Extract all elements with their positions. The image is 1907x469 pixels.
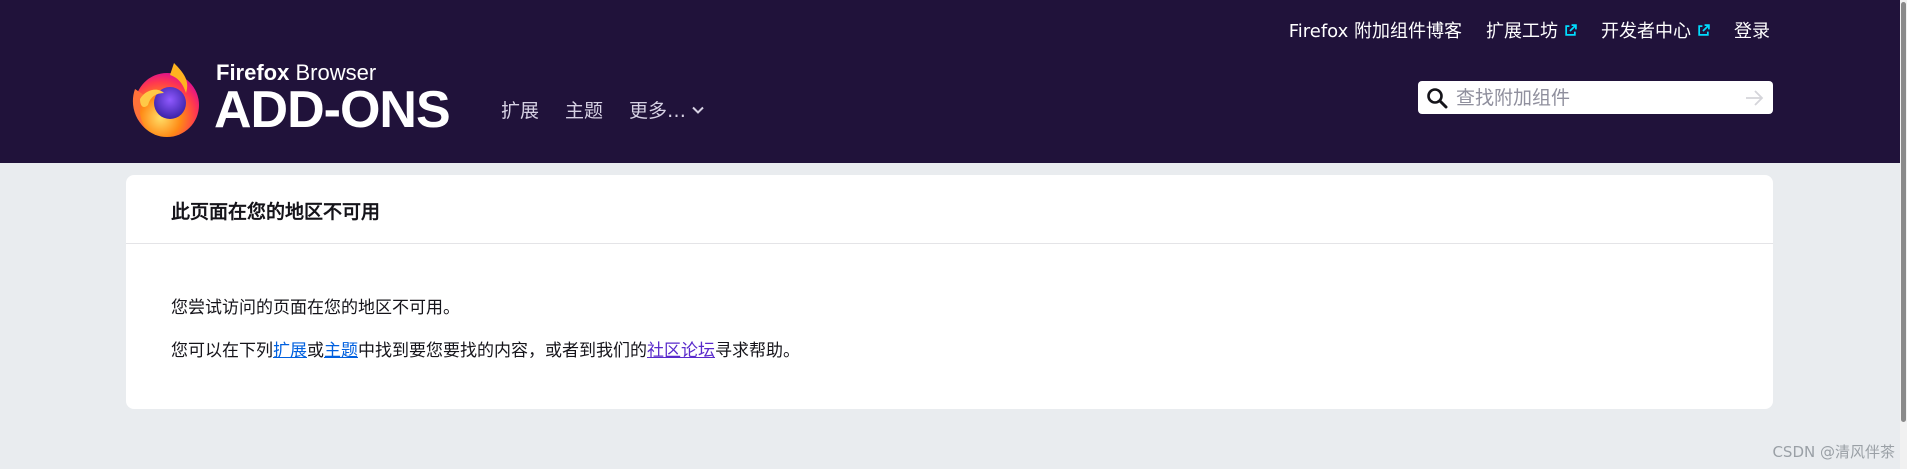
nav-themes-label: 主题 (565, 100, 604, 122)
firefox-logo-icon (132, 62, 199, 137)
blog-link-label: Firefox 附加组件博客 (1288, 21, 1462, 42)
community-forum-link[interactable]: 社区论坛 (647, 341, 715, 361)
developer-hub-label: 开发者中心 (1601, 21, 1691, 42)
chevron-down-icon (692, 106, 704, 114)
login-link[interactable]: 登录 (1734, 17, 1770, 43)
external-link-icon (1565, 23, 1577, 36)
themes-link[interactable]: 主题 (324, 341, 358, 361)
nav-extensions[interactable]: 扩展 (501, 96, 539, 123)
vertical-scrollbar[interactable] (1900, 0, 1907, 469)
watermark: CSDN @清风伴茶 (1772, 443, 1895, 461)
site-header: Firefox 附加组件博客 扩展工坊 开发者中心 登录 Firefox Bro… (0, 0, 1900, 163)
search-box (1418, 81, 1773, 114)
search-input[interactable] (1454, 81, 1743, 114)
card-divider (126, 243, 1773, 244)
unavailable-message: 您尝试访问的页面在您的地区不可用。 (171, 298, 460, 318)
firefox-addons-logo[interactable]: Firefox Browser ADD-ONS (126, 56, 471, 141)
help-message: 您可以在下列扩展或主题中找到要您要找的内容，或者到我们的社区论坛寻求帮助。 (171, 336, 800, 361)
search-icon (1427, 87, 1448, 108)
extension-workshop-label: 扩展工坊 (1486, 21, 1558, 42)
external-link-icon (1698, 23, 1710, 36)
developer-hub-link[interactable]: 开发者中心 (1601, 17, 1710, 43)
arrow-right-icon[interactable] (1743, 87, 1765, 109)
unavailable-notice-card: 此页面在您的地区不可用 您尝试访问的页面在您的地区不可用。 您可以在下列扩展或主… (126, 175, 1773, 409)
extension-workshop-link[interactable]: 扩展工坊 (1486, 17, 1577, 43)
login-label: 登录 (1734, 21, 1770, 42)
nav-more[interactable]: 更多… (629, 96, 704, 123)
nav-themes[interactable]: 主题 (565, 96, 603, 123)
extensions-link[interactable]: 扩展 (273, 341, 307, 361)
help-text-d: 寻求帮助。 (715, 341, 800, 361)
help-text-a: 您可以在下列 (171, 341, 273, 361)
nav-more-label: 更多… (629, 100, 687, 122)
help-text-b: 或 (307, 341, 324, 361)
nav-extensions-label: 扩展 (501, 100, 540, 122)
top-links: Firefox 附加组件博客 扩展工坊 开发者中心 登录 (1289, 17, 1770, 43)
logo-text: Firefox Browser ADD-ONS (214, 61, 451, 139)
logo-addons: ADD-ONS (214, 80, 451, 139)
blog-link[interactable]: Firefox 附加组件博客 (1289, 17, 1462, 43)
main-nav: 扩展 主题 更多… (501, 96, 704, 123)
help-text-c: 中找到要您要找的内容，或者到我们的 (358, 341, 647, 361)
scrollbar-thumb[interactable] (1901, 2, 1906, 422)
card-title: 此页面在您的地区不可用 (171, 201, 381, 223)
